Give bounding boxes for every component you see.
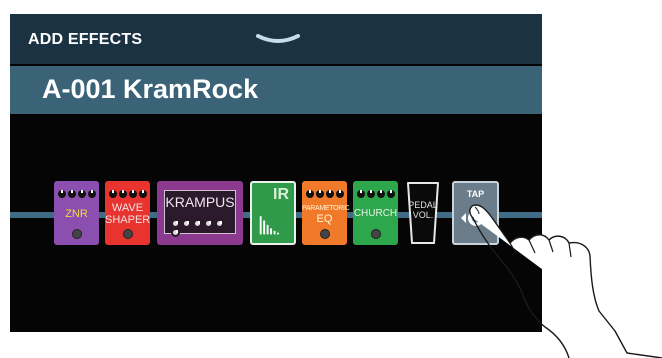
knob-row [105, 190, 150, 198]
effect-label-line2: EQ [316, 213, 333, 225]
effect-label-line1: PEDAL [408, 200, 438, 210]
patch-name-bar[interactable]: A-001 KramRock [10, 66, 542, 114]
effect-label: CHURCH [353, 208, 398, 219]
effect-label-line2: SHAPER [105, 214, 151, 226]
device-screen: ADD EFFECTS A-001 KramRock ZNR WAVE SHAP… [10, 14, 542, 332]
effect-label-line1: WAVE [111, 202, 144, 214]
chevron-down-icon[interactable] [255, 32, 301, 46]
krampus-panel: KRAMPUS [164, 190, 236, 237]
effect-krampus[interactable]: KRAMPUS [157, 181, 243, 245]
effect-parametoric-eq[interactable]: PARAMETORIC EQ [302, 181, 350, 245]
patch-name: A-001 KramRock [42, 74, 259, 104]
knob-row [302, 190, 347, 198]
effect-label: ZNR [65, 208, 88, 220]
header: ADD EFFECTS [10, 14, 542, 64]
effect-znr[interactable]: ZNR [54, 181, 99, 245]
screen-title: ADD EFFECTS [28, 31, 143, 48]
status-led [123, 229, 133, 239]
knob-row [353, 190, 398, 198]
effect-ir[interactable]: IR [250, 181, 296, 245]
effect-label-line2: VOL. [413, 210, 434, 220]
knob-row [170, 219, 235, 237]
status-led [72, 229, 82, 239]
ir-waveform-icon [259, 216, 279, 235]
knob-row [54, 190, 99, 198]
effect-church[interactable]: CHURCH [353, 181, 398, 245]
effect-wave-shaper[interactable]: WAVE SHAPER [105, 181, 150, 245]
status-led [371, 229, 381, 239]
effect-label: IR [273, 186, 289, 203]
effect-label: KRAMPUS [165, 194, 235, 210]
status-led [320, 229, 330, 239]
effect-pedal-vol[interactable]: PEDAL VOL. [405, 181, 441, 245]
effect-label-line1: PARAMETORIC [302, 205, 350, 212]
finger-pointer-icon [469, 204, 662, 358]
